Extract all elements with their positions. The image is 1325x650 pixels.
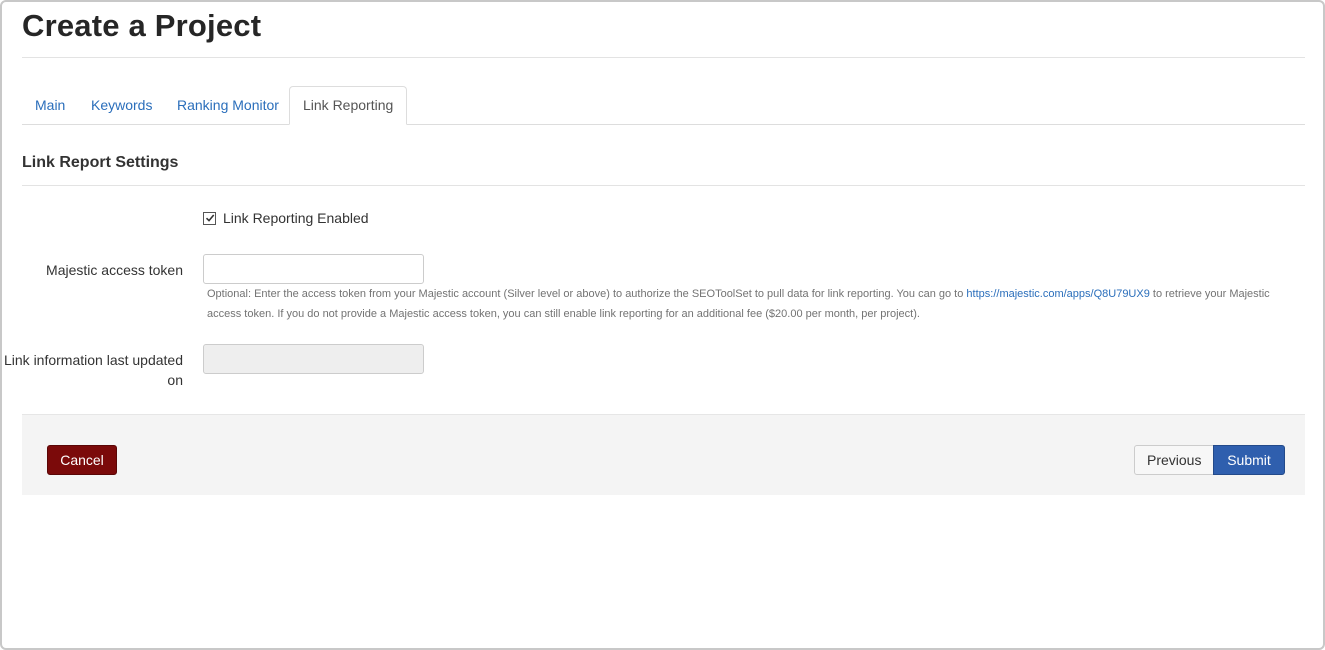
tab-main[interactable]: Main — [22, 86, 78, 123]
page-title: Create a Project — [22, 8, 262, 43]
previous-button[interactable]: Previous — [1134, 445, 1214, 475]
majestic-token-input[interactable] — [203, 254, 424, 284]
majestic-token-label: Majestic access token — [46, 262, 183, 278]
last-updated-label: Link information last updated on — [4, 352, 183, 388]
section-divider — [22, 185, 1305, 186]
tab-keywords[interactable]: Keywords — [78, 86, 165, 123]
submit-button[interactable]: Submit — [1213, 445, 1285, 475]
window-frame: Create a Project Main Keywords Ranking M… — [0, 0, 1325, 650]
form-footer: Cancel Previous Submit — [22, 414, 1305, 495]
cancel-button[interactable]: Cancel — [47, 445, 117, 475]
tab-ranking-monitor[interactable]: Ranking Monitor — [164, 86, 292, 123]
majestic-apps-link[interactable]: https://majestic.com/apps/Q8U79UX9 — [966, 288, 1149, 300]
help-text-part-1: Optional: Enter the access token from yo… — [207, 288, 967, 300]
tab-link-reporting[interactable]: Link Reporting — [289, 86, 408, 125]
checkmark-icon — [205, 214, 214, 222]
title-divider — [22, 57, 1305, 58]
tab-bar: Main Keywords Ranking Monitor Link Repor… — [22, 86, 1305, 125]
section-title: Link Report Settings — [22, 154, 179, 171]
link-reporting-enabled-checkbox[interactable] — [203, 211, 216, 225]
link-reporting-enabled-label: Link Reporting Enabled — [223, 210, 369, 226]
link-reporting-enabled-checkbox-row[interactable]: Link Reporting Enabled — [203, 210, 369, 226]
last-updated-input — [203, 344, 424, 374]
majestic-token-help-text: Optional: Enter the access token from yo… — [207, 284, 1302, 324]
